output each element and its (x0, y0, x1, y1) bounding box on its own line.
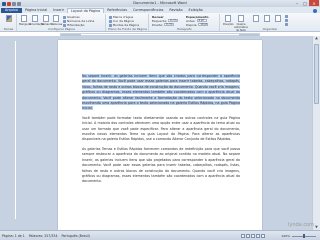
title-bar: Documento1 - Microsoft Word – □ × (0, 0, 320, 7)
columns-icon (52, 15, 59, 22)
vertical-scrollbar[interactable]: ▲ ▼ (312, 36, 320, 230)
group-organizar: Posição Quebra Automática de Texto Organ… (221, 14, 319, 32)
orientacao-button[interactable]: Orientação (29, 15, 44, 26)
full-screen-icon[interactable] (246, 234, 250, 238)
zoom-level[interactable]: 100% (281, 234, 290, 238)
temas-group-label: Temas (3, 27, 14, 31)
document-page[interactable]: No separe Inserir, as galerias incluem i… (58, 40, 262, 230)
scroll-thumb[interactable] (314, 44, 319, 104)
colunas-button[interactable]: Colunas (51, 15, 63, 26)
selected-text[interactable]: No separe Inserir, as galerias incluem i… (82, 74, 240, 111)
align-icon (285, 15, 288, 18)
tamanho-button[interactable]: Tamanho (41, 15, 54, 26)
group-plano-de-fundo: Marca d'água Cor da Página Bordas de Pág… (107, 14, 149, 31)
trazer-frente-button[interactable] (251, 15, 260, 23)
zoom-slider-knob[interactable] (303, 234, 305, 238)
close-button[interactable]: × (309, 0, 319, 6)
paragraph-2-text[interactable]: Você também pode formatar texto diretame… (82, 116, 240, 142)
bring-forward-icon (252, 15, 259, 22)
alinhar-button[interactable] (285, 15, 288, 18)
spacing-after-row: Depois: 10 pt (186, 22, 209, 27)
paragraph-1[interactable]: No separe Inserir, as galerias incluem i… (82, 74, 240, 112)
language-indicator[interactable]: Português (Brasil) (62, 234, 90, 238)
group-paragrafo: Recuar Esquerda: 0 cm Direita: 0 cm Espa… (150, 14, 220, 31)
position-icon (224, 15, 231, 22)
agrupar-button[interactable] (285, 19, 288, 22)
page-count[interactable]: Página: 1 de 1 (2, 234, 25, 238)
size-icon (42, 15, 49, 22)
direita-label: Direita: (152, 22, 164, 27)
indent-right-row: Direita: 0 cm (152, 22, 175, 27)
paragraph-3-text[interactable]: As galerias Temas e Estilos Rápidos forn… (82, 147, 240, 183)
scroll-up-icon[interactable]: ▲ (314, 36, 319, 41)
indent-right-input[interactable]: 0 cm (164, 23, 175, 26)
paragraph-3[interactable]: As galerias Temas e Estilos Rápidos forn… (82, 147, 240, 185)
themes-icon (5, 15, 12, 22)
paragraph-2[interactable]: Você também pode formatar texto diretame… (82, 116, 240, 143)
view-buttons (241, 234, 265, 238)
print-layout-icon[interactable] (241, 234, 245, 238)
send-backward-icon (263, 15, 270, 22)
posicao-button[interactable]: Posição (223, 15, 234, 26)
maximize-button[interactable]: □ (301, 0, 309, 6)
temas-button[interactable] (4, 15, 13, 23)
selection-pane-icon (274, 15, 281, 22)
help-icon[interactable] (313, 8, 317, 13)
depois-label: Depois: (186, 22, 198, 27)
painel-selecao-button[interactable] (273, 15, 282, 23)
plano-fundo-group-label: Plano de Fundo da Página (108, 27, 147, 31)
web-layout-icon[interactable] (251, 234, 255, 238)
margens-button[interactable]: Margens (19, 15, 31, 26)
paragrafo-group-label: Parágrafo (177, 27, 192, 31)
lynda-watermark: lynda.com (287, 222, 314, 228)
configurar-pagina-group-label: Configurar Página (48, 27, 75, 31)
status-bar: Página: 1 de 1 Palavras: 257/334 Portugu… (0, 230, 320, 240)
draft-icon[interactable] (261, 234, 265, 238)
group-configurar-pagina: Margens Orientação Tamanho Colunas Quebr… (18, 14, 106, 31)
group-icon (285, 19, 288, 22)
posicao-label: Posição (223, 22, 234, 26)
ribbon: Temas Margens Orientação Tamanho Colunas… (0, 13, 320, 32)
window-title: Documento1 - Microsoft Word (133, 1, 187, 5)
girar-button[interactable] (285, 23, 288, 26)
enviar-tras-button[interactable] (262, 15, 271, 23)
colunas-label: Colunas (51, 22, 63, 26)
horizontal-ruler[interactable] (60, 33, 260, 36)
rotate-icon (285, 23, 288, 26)
vertical-ruler[interactable] (14, 40, 17, 220)
window-controls: – □ × (293, 0, 319, 6)
ruler-right-margin (239, 34, 259, 36)
margins-icon (20, 15, 27, 22)
wrap-text-icon (238, 15, 244, 22)
minimize-button[interactable]: – (293, 0, 301, 6)
ruler-left-margin (61, 34, 81, 36)
group-temas: Temas (1, 14, 17, 31)
zoom-slider[interactable] (292, 234, 316, 238)
outline-icon[interactable] (256, 234, 260, 238)
word-count[interactable]: Palavras: 257/334 (29, 234, 58, 238)
orientation-icon (31, 15, 38, 22)
spacing-after-input[interactable]: 10 pt (198, 23, 209, 26)
organizar-group-label: Organizar (262, 27, 278, 31)
